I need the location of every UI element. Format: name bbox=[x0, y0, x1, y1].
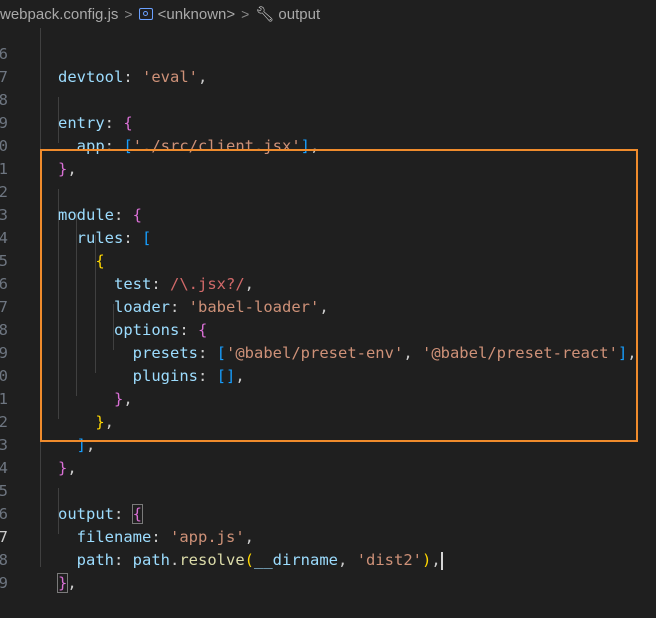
code-line: 2 module: { bbox=[0, 158, 656, 224]
line-number: 9 bbox=[0, 574, 8, 592]
code-line: 8 presets: ['@babel/preset-env', '@babel… bbox=[0, 296, 656, 362]
code-line: 4 { bbox=[0, 204, 656, 270]
code-line: 8 }, bbox=[0, 526, 656, 593]
code-line: 3 }, bbox=[0, 411, 656, 477]
code-line: 6 devtool: 'eval', bbox=[0, 20, 656, 86]
code-line: 1 bbox=[0, 135, 656, 178]
code-line: 8 entry: { bbox=[0, 66, 656, 132]
symbol-object-icon bbox=[138, 8, 153, 20]
code-line: 3 rules: [ bbox=[0, 181, 656, 247]
code-line: 9 app: ['./src/client.jsx'], bbox=[0, 89, 656, 155]
code-line: 5 test: /\.jsx?/, bbox=[0, 227, 656, 293]
code-line: 1 }, bbox=[0, 365, 656, 431]
code-line: 5 output: { bbox=[0, 457, 656, 524]
code-line: 0 }, bbox=[0, 112, 656, 178]
code-line: 0 }, bbox=[0, 342, 656, 408]
code-line: 4 bbox=[0, 434, 656, 477]
code-line: 6 loader: 'babel-loader', bbox=[0, 250, 656, 316]
code-line: 2 ], bbox=[0, 388, 656, 454]
code-editor[interactable]: 6 devtool: 'eval', 7 8 entry: { 9 app: [… bbox=[0, 28, 656, 593]
code-line: 7 options: { bbox=[0, 273, 656, 339]
code-line-active: 7 path: path.resolve(__dirname, 'dist2')… bbox=[0, 503, 656, 570]
code-line: 9 plugins: [], bbox=[0, 319, 656, 385]
code-line: 9 bbox=[0, 549, 656, 592]
code-line: 7 bbox=[0, 43, 656, 86]
code-line: 6 filename: 'app.js', bbox=[0, 480, 656, 546]
